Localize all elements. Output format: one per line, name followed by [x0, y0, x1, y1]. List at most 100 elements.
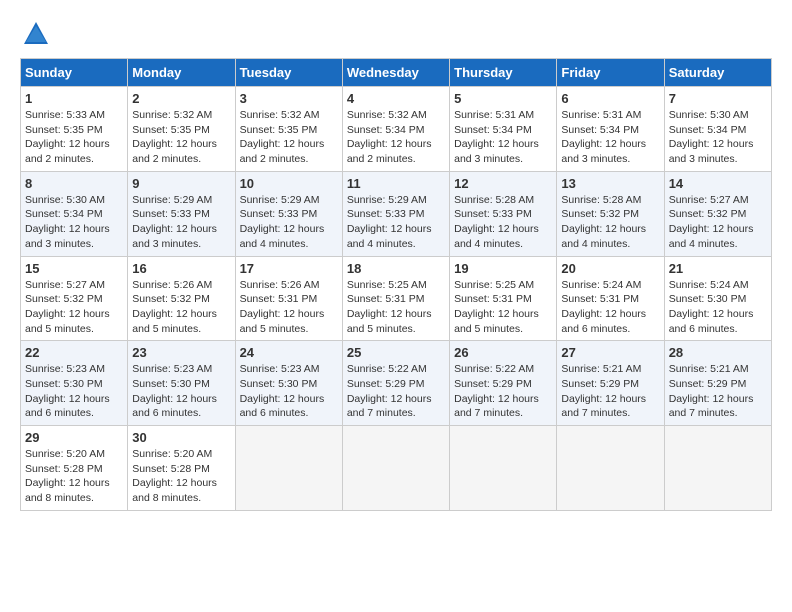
sunset-label: Sunset: 5:33 PM [132, 208, 210, 220]
day-number: 11 [347, 176, 445, 191]
day-info: Sunrise: 5:23 AM Sunset: 5:30 PM Dayligh… [25, 362, 123, 421]
sunrise-label: Sunrise: 5:22 AM [454, 363, 534, 375]
day-number: 8 [25, 176, 123, 191]
calendar-cell [235, 426, 342, 511]
logo-icon [22, 20, 50, 48]
daylight-label: Daylight: 12 hours and 6 minutes. [561, 308, 646, 335]
day-number: 16 [132, 261, 230, 276]
daylight-label: Daylight: 12 hours and 2 minutes. [132, 138, 217, 165]
day-info: Sunrise: 5:30 AM Sunset: 5:34 PM Dayligh… [25, 193, 123, 252]
daylight-label: Daylight: 12 hours and 3 minutes. [669, 138, 754, 165]
daylight-label: Daylight: 12 hours and 6 minutes. [132, 393, 217, 420]
sunrise-label: Sunrise: 5:21 AM [561, 363, 641, 375]
day-number: 26 [454, 345, 552, 360]
sunrise-label: Sunrise: 5:32 AM [132, 109, 212, 121]
sunrise-label: Sunrise: 5:28 AM [454, 194, 534, 206]
calendar-cell: 11 Sunrise: 5:29 AM Sunset: 5:33 PM Dayl… [342, 171, 449, 256]
calendar-cell: 2 Sunrise: 5:32 AM Sunset: 5:35 PM Dayli… [128, 87, 235, 172]
day-number: 13 [561, 176, 659, 191]
sunrise-label: Sunrise: 5:26 AM [240, 279, 320, 291]
day-info: Sunrise: 5:29 AM Sunset: 5:33 PM Dayligh… [240, 193, 338, 252]
sunset-label: Sunset: 5:31 PM [454, 293, 532, 305]
daylight-label: Daylight: 12 hours and 5 minutes. [25, 308, 110, 335]
daylight-label: Daylight: 12 hours and 6 minutes. [25, 393, 110, 420]
daylight-label: Daylight: 12 hours and 2 minutes. [240, 138, 325, 165]
sunrise-label: Sunrise: 5:22 AM [347, 363, 427, 375]
col-saturday: Saturday [664, 59, 771, 87]
col-sunday: Sunday [21, 59, 128, 87]
day-info: Sunrise: 5:24 AM Sunset: 5:30 PM Dayligh… [669, 278, 767, 337]
daylight-label: Daylight: 12 hours and 5 minutes. [454, 308, 539, 335]
day-info: Sunrise: 5:33 AM Sunset: 5:35 PM Dayligh… [25, 108, 123, 167]
calendar-cell: 12 Sunrise: 5:28 AM Sunset: 5:33 PM Dayl… [450, 171, 557, 256]
sunset-label: Sunset: 5:35 PM [240, 124, 318, 136]
sunrise-label: Sunrise: 5:31 AM [454, 109, 534, 121]
day-info: Sunrise: 5:29 AM Sunset: 5:33 PM Dayligh… [132, 193, 230, 252]
sunset-label: Sunset: 5:30 PM [25, 378, 103, 390]
day-info: Sunrise: 5:20 AM Sunset: 5:28 PM Dayligh… [132, 447, 230, 506]
calendar-cell: 18 Sunrise: 5:25 AM Sunset: 5:31 PM Dayl… [342, 256, 449, 341]
sunset-label: Sunset: 5:30 PM [240, 378, 318, 390]
day-number: 6 [561, 91, 659, 106]
calendar-cell: 1 Sunrise: 5:33 AM Sunset: 5:35 PM Dayli… [21, 87, 128, 172]
col-thursday: Thursday [450, 59, 557, 87]
sunrise-label: Sunrise: 5:27 AM [25, 279, 105, 291]
day-number: 14 [669, 176, 767, 191]
day-info: Sunrise: 5:26 AM Sunset: 5:31 PM Dayligh… [240, 278, 338, 337]
daylight-label: Daylight: 12 hours and 3 minutes. [25, 223, 110, 250]
sunset-label: Sunset: 5:28 PM [132, 463, 210, 475]
day-number: 1 [25, 91, 123, 106]
daylight-label: Daylight: 12 hours and 8 minutes. [132, 477, 217, 504]
day-number: 2 [132, 91, 230, 106]
day-number: 28 [669, 345, 767, 360]
calendar-cell: 8 Sunrise: 5:30 AM Sunset: 5:34 PM Dayli… [21, 171, 128, 256]
sunrise-label: Sunrise: 5:23 AM [240, 363, 320, 375]
sunset-label: Sunset: 5:32 PM [132, 293, 210, 305]
day-info: Sunrise: 5:28 AM Sunset: 5:32 PM Dayligh… [561, 193, 659, 252]
calendar-cell: 10 Sunrise: 5:29 AM Sunset: 5:33 PM Dayl… [235, 171, 342, 256]
sunset-label: Sunset: 5:29 PM [454, 378, 532, 390]
day-number: 15 [25, 261, 123, 276]
header-row: Sunday Monday Tuesday Wednesday Thursday… [21, 59, 772, 87]
day-info: Sunrise: 5:32 AM Sunset: 5:34 PM Dayligh… [347, 108, 445, 167]
calendar-cell: 25 Sunrise: 5:22 AM Sunset: 5:29 PM Dayl… [342, 341, 449, 426]
day-info: Sunrise: 5:21 AM Sunset: 5:29 PM Dayligh… [561, 362, 659, 421]
day-info: Sunrise: 5:24 AM Sunset: 5:31 PM Dayligh… [561, 278, 659, 337]
daylight-label: Daylight: 12 hours and 3 minutes. [561, 138, 646, 165]
daylight-label: Daylight: 12 hours and 7 minutes. [669, 393, 754, 420]
sunrise-label: Sunrise: 5:27 AM [669, 194, 749, 206]
sunrise-label: Sunrise: 5:21 AM [669, 363, 749, 375]
sunset-label: Sunset: 5:33 PM [347, 208, 425, 220]
day-info: Sunrise: 5:31 AM Sunset: 5:34 PM Dayligh… [454, 108, 552, 167]
col-friday: Friday [557, 59, 664, 87]
sunset-label: Sunset: 5:31 PM [347, 293, 425, 305]
calendar-cell: 20 Sunrise: 5:24 AM Sunset: 5:31 PM Dayl… [557, 256, 664, 341]
calendar-cell: 26 Sunrise: 5:22 AM Sunset: 5:29 PM Dayl… [450, 341, 557, 426]
day-number: 3 [240, 91, 338, 106]
daylight-label: Daylight: 12 hours and 7 minutes. [561, 393, 646, 420]
calendar-cell: 14 Sunrise: 5:27 AM Sunset: 5:32 PM Dayl… [664, 171, 771, 256]
daylight-label: Daylight: 12 hours and 3 minutes. [132, 223, 217, 250]
sunrise-label: Sunrise: 5:26 AM [132, 279, 212, 291]
calendar-cell [450, 426, 557, 511]
calendar-row: 22 Sunrise: 5:23 AM Sunset: 5:30 PM Dayl… [21, 341, 772, 426]
sunset-label: Sunset: 5:31 PM [240, 293, 318, 305]
calendar-cell: 7 Sunrise: 5:30 AM Sunset: 5:34 PM Dayli… [664, 87, 771, 172]
sunset-label: Sunset: 5:29 PM [347, 378, 425, 390]
sunset-label: Sunset: 5:33 PM [454, 208, 532, 220]
calendar-cell [664, 426, 771, 511]
day-number: 17 [240, 261, 338, 276]
daylight-label: Daylight: 12 hours and 7 minutes. [347, 393, 432, 420]
sunrise-label: Sunrise: 5:20 AM [25, 448, 105, 460]
sunset-label: Sunset: 5:34 PM [347, 124, 425, 136]
sunrise-label: Sunrise: 5:23 AM [25, 363, 105, 375]
calendar-row: 8 Sunrise: 5:30 AM Sunset: 5:34 PM Dayli… [21, 171, 772, 256]
sunset-label: Sunset: 5:34 PM [561, 124, 639, 136]
calendar-cell: 23 Sunrise: 5:23 AM Sunset: 5:30 PM Dayl… [128, 341, 235, 426]
sunrise-label: Sunrise: 5:24 AM [561, 279, 641, 291]
daylight-label: Daylight: 12 hours and 2 minutes. [347, 138, 432, 165]
day-number: 5 [454, 91, 552, 106]
daylight-label: Daylight: 12 hours and 4 minutes. [454, 223, 539, 250]
daylight-label: Daylight: 12 hours and 6 minutes. [240, 393, 325, 420]
sunrise-label: Sunrise: 5:33 AM [25, 109, 105, 121]
